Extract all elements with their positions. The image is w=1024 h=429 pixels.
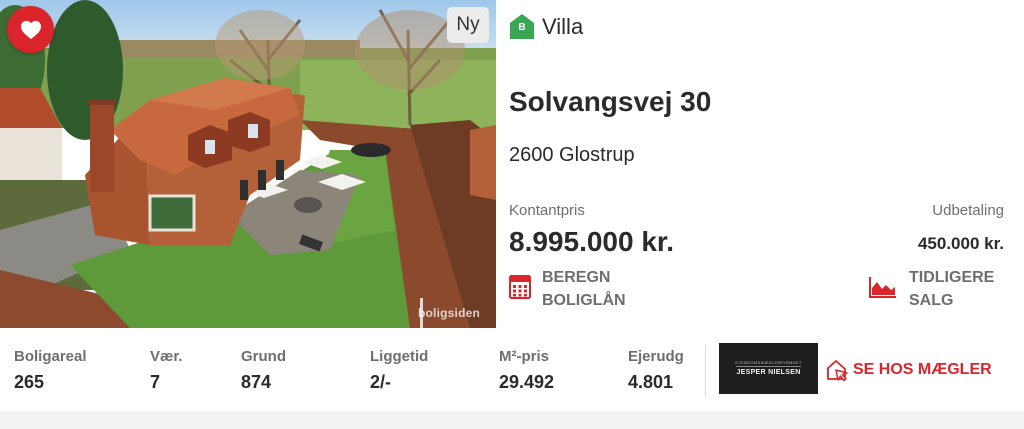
area-chart-icon xyxy=(869,277,896,298)
agent-logo[interactable]: EJENDOMSMÆGLERFIRMAET JESPER NIELSEN xyxy=(719,343,818,394)
stat-value: 2/- xyxy=(370,372,392,392)
see-at-agent-button[interactable]: SE HOS MÆGLER xyxy=(825,358,992,382)
stat-price-per-m2: M²-pris 29.492 xyxy=(499,348,554,393)
house-pointer-icon xyxy=(826,360,848,382)
agent-logo-name: JESPER NIELSEN xyxy=(736,366,801,377)
see-at-agent-label: SE HOS MÆGLER xyxy=(853,361,992,378)
previous-sales-line2: SALG xyxy=(909,292,954,309)
price-value: 8.995.000 kr. xyxy=(509,226,675,257)
listing-card[interactable]: Ny boligsiden B Villa Solvangsvej 30 260… xyxy=(0,0,1024,411)
property-type-row: B Villa xyxy=(509,13,583,40)
divider xyxy=(705,345,706,397)
stat-label: Vær. xyxy=(150,348,183,365)
down-payment-value: 450.000 kr. xyxy=(917,234,1004,253)
property-city: 2600 Glostrup xyxy=(509,144,635,166)
photo-watermark: boligsiden xyxy=(418,306,480,320)
energy-label-text: B xyxy=(518,22,526,33)
stat-time-on-market: Liggetid 2/- xyxy=(370,348,428,393)
price-label: Kontantpris xyxy=(509,202,585,219)
calculate-loan-button[interactable]: BEREGN BOLIGLÅN xyxy=(509,266,672,312)
stat-label: Liggetid xyxy=(370,348,429,365)
property-type: Villa xyxy=(542,13,584,39)
stat-value: 7 xyxy=(150,372,161,392)
stat-value: 874 xyxy=(241,372,272,392)
stat-rooms: Vær. 7 xyxy=(150,348,183,393)
stat-plot: Grund 874 xyxy=(241,348,286,393)
heart-icon xyxy=(20,20,41,39)
favorite-button[interactable] xyxy=(7,6,54,53)
stat-value: 4.801 xyxy=(628,372,674,392)
stat-owner-expense: Ejerudg 4.801 xyxy=(628,348,684,393)
stat-value: 29.492 xyxy=(499,372,555,392)
stat-label: M²-pris xyxy=(499,348,549,365)
stat-label: Grund xyxy=(241,348,286,365)
previous-sales-line1: TIDLIGERE xyxy=(909,269,995,286)
calculator-icon xyxy=(509,275,531,299)
stat-value: 265 xyxy=(14,372,45,392)
property-address[interactable]: Solvangsvej 30 xyxy=(509,86,711,118)
previous-sales-button[interactable]: TIDLIGERE SALG xyxy=(869,266,1019,312)
calculate-loan-line2: BOLIGLÅN xyxy=(542,292,626,309)
stat-label: Ejerudg xyxy=(628,348,684,365)
down-payment-label: Udbetaling xyxy=(932,202,1004,219)
stat-label: Boligareal xyxy=(14,348,87,365)
stat-living-area: Boligareal 265 xyxy=(14,348,87,393)
energy-label-badge: B xyxy=(509,13,535,40)
property-photo[interactable]: Ny boligsiden xyxy=(0,0,496,328)
new-badge: Ny xyxy=(447,7,489,43)
property-image xyxy=(0,0,496,328)
calculate-loan-line1: BEREGN xyxy=(542,269,611,286)
